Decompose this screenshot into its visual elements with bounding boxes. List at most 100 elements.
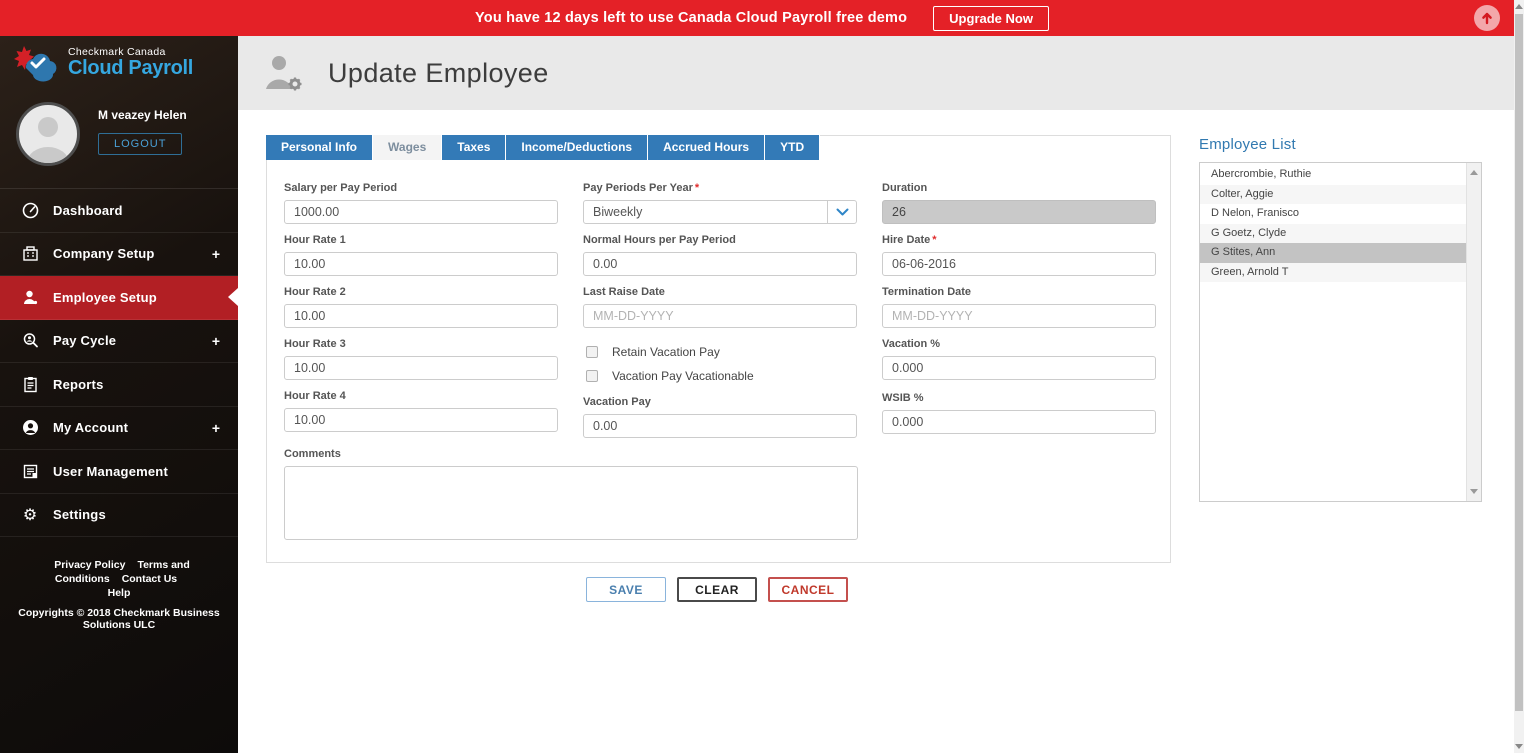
termination-date-input[interactable]: [882, 304, 1156, 328]
duration-label: Duration: [882, 182, 928, 194]
sidebar-item-label: Reports: [53, 376, 104, 392]
hour-rate-4-input[interactable]: [284, 408, 558, 432]
dashboard-icon: [20, 202, 40, 219]
help-link[interactable]: Help: [108, 587, 131, 599]
required-marker: *: [932, 234, 937, 246]
employee-icon: [20, 289, 40, 306]
pay-periods-select[interactable]: Biweekly: [583, 200, 857, 224]
employee-listbox: Abercrombie, Ruthie Colter, Aggie D Nelo…: [1199, 162, 1482, 502]
salary-input[interactable]: [284, 200, 558, 224]
page-title: Update Employee: [328, 57, 549, 88]
sidebar-item-label: User Management: [53, 463, 168, 479]
sidebar-menu: Dashboard Company Setup + Employee Setup: [0, 188, 238, 537]
scroll-up-arrow-icon[interactable]: [1470, 170, 1478, 175]
clear-button[interactable]: CLEAR: [677, 577, 757, 602]
salary-label: Salary per Pay Period: [284, 182, 398, 194]
sidebar: Checkmark Canada Cloud Payroll M veazey …: [0, 36, 238, 753]
avatar: [16, 102, 80, 166]
employee-list-title: Employee List: [1199, 136, 1296, 153]
sidebar-item-label: Dashboard: [53, 202, 123, 218]
tab-ytd[interactable]: YTD: [765, 135, 821, 160]
logout-button[interactable]: LOGOUT: [98, 133, 183, 155]
duration-input: [882, 200, 1156, 224]
page-scroll-up-icon[interactable]: [1515, 4, 1523, 9]
sidebar-item-dashboard[interactable]: Dashboard: [0, 189, 238, 233]
employee-list-item[interactable]: Green, Arnold T: [1200, 262, 1467, 282]
hour-rate-1-label: Hour Rate 1: [284, 234, 346, 246]
brand-logo[interactable]: Checkmark Canada Cloud Payroll: [0, 36, 238, 90]
employee-list-item[interactable]: Abercrombie, Ruthie: [1200, 165, 1467, 185]
sidebar-item-employee-setup[interactable]: Employee Setup: [0, 276, 238, 320]
pay-periods-value: Biweekly: [593, 205, 643, 219]
scroll-down-arrow-icon[interactable]: [1470, 489, 1478, 494]
sidebar-item-user-management[interactable]: User Management: [0, 450, 238, 494]
sidebar-item-label: Employee Setup: [53, 289, 157, 305]
building-icon: [20, 245, 40, 262]
trial-banner: You have 12 days left to use Canada Clou…: [0, 0, 1524, 36]
sidebar-item-label: Pay Cycle: [53, 333, 117, 349]
wsib-pct-label: WSIB %: [882, 392, 924, 404]
hour-rate-3-input[interactable]: [284, 356, 558, 380]
employee-list-scrollbar[interactable]: [1466, 163, 1481, 501]
sidebar-item-label: Settings: [53, 507, 106, 523]
sidebar-item-label: My Account: [53, 420, 129, 436]
vacation-pct-label: Vacation %: [882, 338, 941, 350]
save-button[interactable]: SAVE: [586, 577, 666, 602]
sidebar-footer: Privacy Policy Terms and Conditions Contac…: [0, 537, 238, 631]
account-icon: [20, 419, 40, 436]
hour-rate-2-input[interactable]: [284, 304, 558, 328]
employee-list-item[interactable]: D Nelon, Franisco: [1200, 204, 1467, 224]
form-actions: SAVE CLEAR CANCEL: [586, 577, 848, 602]
sidebar-item-reports[interactable]: Reports: [0, 363, 238, 407]
wsib-pct-input[interactable]: [882, 410, 1156, 434]
vacation-pay-label: Vacation Pay: [583, 396, 651, 408]
pay-periods-label: Pay Periods Per Year: [583, 182, 693, 194]
normal-hours-input[interactable]: [583, 252, 857, 276]
sidebar-item-settings[interactable]: ⚙ Settings: [0, 494, 238, 537]
cloud-payroll-logo-icon: [14, 46, 57, 82]
privacy-policy-link[interactable]: Privacy Policy: [54, 559, 125, 571]
sidebar-item-pay-cycle[interactable]: Pay Cycle +: [0, 320, 238, 363]
user-management-icon: [20, 463, 40, 480]
retain-vacation-label: Retain Vacation Pay: [612, 345, 720, 359]
page-scroll-down-icon[interactable]: [1515, 744, 1523, 749]
required-marker: *: [694, 182, 700, 194]
vacation-vacationable-checkbox[interactable]: [586, 370, 598, 382]
vacation-pay-input[interactable]: [583, 414, 857, 438]
tab-accrued-hours[interactable]: Accrued Hours: [648, 135, 766, 160]
comments-textarea[interactable]: [284, 466, 858, 540]
employee-list-item-selected[interactable]: G Stites, Ann: [1200, 243, 1467, 263]
upgrade-now-button[interactable]: Upgrade Now: [933, 5, 1049, 31]
user-block: M veazey Helen LOGOUT: [0, 90, 238, 188]
cancel-button[interactable]: CANCEL: [768, 577, 848, 602]
vacation-pct-input[interactable]: [882, 356, 1156, 380]
hour-rate-1-input[interactable]: [284, 252, 558, 276]
tab-taxes[interactable]: Taxes: [442, 135, 507, 160]
employee-list-item[interactable]: G Goetz, Clyde: [1200, 223, 1467, 243]
page-scrollbar-thumb[interactable]: [1515, 14, 1523, 711]
tab-income-deductions[interactable]: Income/Deductions: [506, 135, 649, 160]
last-raise-input[interactable]: [583, 304, 857, 328]
scroll-to-top-button[interactable]: [1474, 5, 1500, 31]
hour-rate-3-label: Hour Rate 3: [284, 338, 346, 350]
user-name: M veazey Helen: [98, 108, 187, 122]
tab-personal-info[interactable]: Personal Info: [266, 135, 374, 160]
tab-wages[interactable]: Wages: [373, 135, 443, 160]
employee-form-panel: Personal Info Wages Taxes Income/Deducti…: [266, 135, 1171, 563]
main-content: Update Employee Personal Info Wages Taxe…: [238, 36, 1514, 753]
sidebar-item-my-account[interactable]: My Account +: [0, 407, 238, 450]
trial-message: You have 12 days left to use Canada Clou…: [475, 10, 908, 26]
up-arrow-icon: [1482, 12, 1492, 25]
comments-label: Comments: [284, 448, 341, 460]
employee-gear-icon: [266, 56, 302, 91]
sidebar-item-company-setup[interactable]: Company Setup +: [0, 233, 238, 276]
contact-us-link[interactable]: Contact Us: [122, 573, 177, 585]
hire-date-input[interactable]: [882, 252, 1156, 276]
vacation-vacationable-label: Vacation Pay Vacationable: [612, 369, 754, 383]
expand-plus: +: [211, 419, 220, 436]
employee-list-item[interactable]: Colter, Aggie: [1200, 184, 1467, 204]
hire-date-label: Hire Date: [882, 234, 931, 246]
page-scrollbar[interactable]: [1514, 0, 1524, 753]
app-window: You have 12 days left to use Canada Clou…: [0, 0, 1524, 753]
retain-vacation-checkbox[interactable]: [586, 346, 598, 358]
